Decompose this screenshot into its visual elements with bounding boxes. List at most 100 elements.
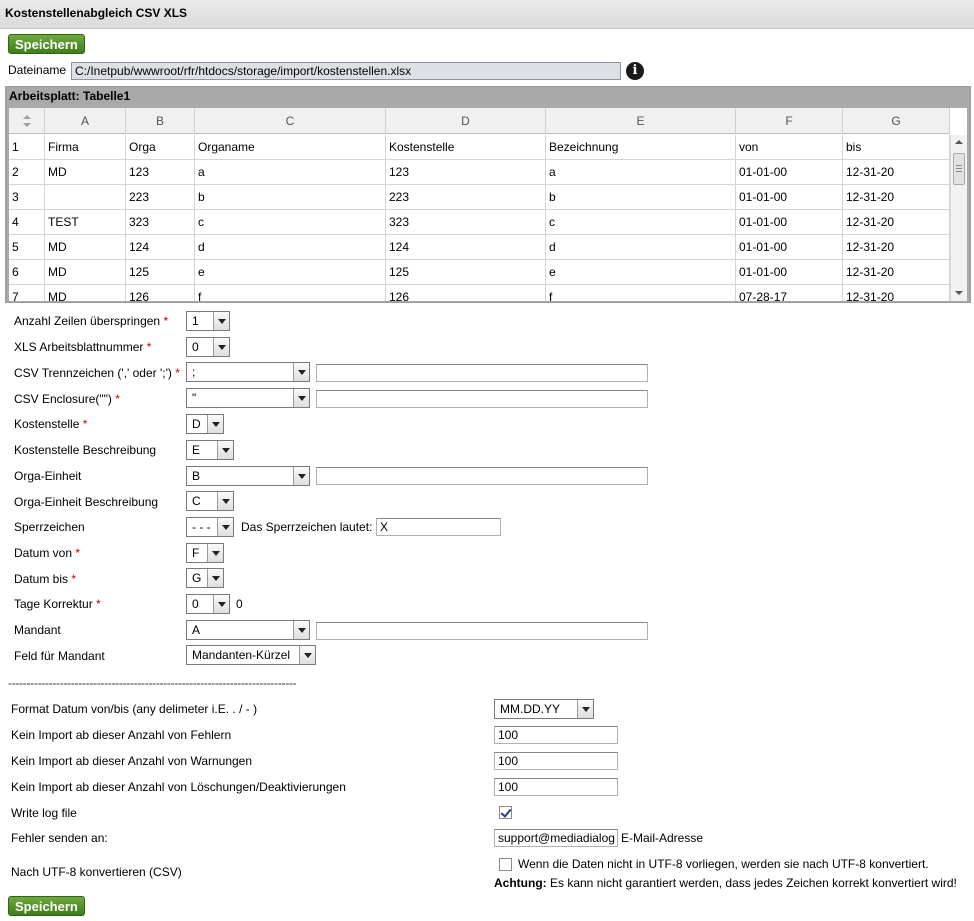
worksheet-grid[interactable]: A B C D E F G 1 Firma Orga Organame Kostenstelle Bez… [9,108,967,301]
orga-desc-label: Orga-Einheit Beschreibung [14,495,159,509]
csv-separator-input[interactable] [316,364,648,382]
table-cell: 12-31-20 [843,185,950,210]
column-header[interactable]: F [736,108,843,134]
table-cell: Bezeichnung [546,135,736,160]
table-cell: 12-31-20 [843,160,950,185]
table-cell: e [195,260,386,285]
table-cell [45,185,126,210]
table-cell: Kostenstelle [386,135,546,160]
table-cell: 125 [386,260,546,285]
section-divider: ----------------------------------------… [8,676,297,690]
table-cell: f [546,285,736,301]
row-number-cell: 4 [9,210,45,235]
csv-enclosure-label: CSV Enclosure("") * [14,392,120,406]
orga-input[interactable] [316,467,648,485]
row-number-cell: 3 [9,185,45,210]
page-title: Kostenstellenabgleich CSV XLS [0,0,974,29]
chevron-down-icon [299,646,315,664]
worksheet-title: Arbeitsplatt: Tabelle1 [9,89,131,103]
email-hint: E-Mail-Adresse [621,831,704,845]
column-header[interactable]: D [386,108,546,134]
table-cell: 123 [126,160,195,185]
csv-enclosure-input[interactable] [316,390,648,408]
kostenstelle-select[interactable]: D [186,414,224,434]
info-icon[interactable]: i [626,62,644,80]
kostenstelle-desc-select[interactable]: E [186,440,234,460]
chevron-down-icon [213,595,229,613]
sort-icon[interactable] [9,108,45,134]
lock-char-label: Sperrzeichen [14,520,85,534]
lock-char-text: Das Sperrzeichen lautet: [241,520,373,534]
chevron-down-icon [293,363,309,381]
table-cell: c [195,210,386,235]
utf8-checkbox[interactable] [499,858,512,871]
row-number-cell: 1 [9,135,45,160]
column-header[interactable]: E [546,108,736,134]
orga-select[interactable]: B [186,466,310,486]
date-format-select[interactable]: MM.DD.YY [494,699,594,719]
table-cell: 223 [126,185,195,210]
scroll-thumb[interactable] [953,153,965,185]
chevron-down-icon [207,415,223,433]
scroll-down-icon[interactable] [955,291,963,295]
column-header[interactable]: C [195,108,386,134]
mandant-field-select[interactable]: Mandanten-Kürzel [186,645,316,665]
chevron-down-icon [207,569,223,587]
max-deletes-input[interactable]: 100 [494,778,618,796]
send-errors-email-input[interactable]: support@mediadialog [494,829,618,847]
date-to-select[interactable]: G [186,568,224,588]
table-cell: 01-01-00 [736,185,843,210]
table-cell: 223 [386,185,546,210]
max-errors-label: Kein Import ab dieser Anzahl von Fehlern [11,728,232,742]
utf8-label: Nach UTF-8 konvertieren (CSV) [11,865,182,879]
table-cell: d [195,235,386,260]
orga-label: Orga-Einheit [14,469,82,483]
worksheet-panel: Arbeitsplatt: Tabelle1 A B C D E F G 1 Firma Orga… [5,86,971,303]
table-cell: 07-28-17 [736,285,843,301]
max-deletes-label: Kein Import ab dieser Anzahl von Löschun… [11,780,346,794]
table-cell: MD [45,285,126,301]
skip-rows-select[interactable]: 1 [186,311,230,331]
table-cell: b [195,185,386,210]
orga-desc-select[interactable]: C [186,491,234,511]
mandant-select[interactable]: A [186,620,310,640]
csv-separator-select[interactable]: ; [186,362,310,382]
xls-sheet-label: XLS Arbeitsblattnummer * [14,340,152,354]
table-cell: a [546,160,736,185]
utf8-description: Wenn die Daten nicht in UTF-8 vorliegen,… [518,857,929,871]
lock-char-select[interactable]: - - - [186,517,234,537]
table-cell: 323 [126,210,195,235]
table-cell: Orga [126,135,195,160]
table-cell: e [546,260,736,285]
table-cell: 12-31-20 [843,260,950,285]
vertical-scrollbar[interactable] [950,135,967,301]
csv-enclosure-select[interactable]: " [186,388,310,408]
save-button-bottom[interactable]: Speichern [8,896,85,916]
table-cell: TEST [45,210,126,235]
max-warnings-label: Kein Import ab dieser Anzahl von Warnung… [11,754,253,768]
column-header[interactable]: G [843,108,950,134]
max-warnings-input[interactable]: 100 [494,752,618,770]
scroll-up-icon[interactable] [955,140,963,144]
xls-sheet-select[interactable]: 0 [186,337,230,357]
save-button-top[interactable]: Speichern [8,34,85,54]
days-correction-value: 0 [236,597,243,611]
chevron-down-icon [577,700,593,718]
max-errors-input[interactable]: 100 [494,726,618,744]
table-cell: 323 [386,210,546,235]
table-cell: 01-01-00 [736,210,843,235]
table-cell: f [195,285,386,301]
table-cell: 01-01-00 [736,160,843,185]
mandant-input[interactable] [316,622,648,640]
table-cell: 125 [126,260,195,285]
write-log-checkbox[interactable] [499,806,512,819]
date-from-select[interactable]: F [186,543,224,563]
table-cell: a [195,160,386,185]
chevron-down-icon [213,312,229,330]
lock-char-input[interactable]: X [376,518,501,536]
table-cell: 01-01-00 [736,260,843,285]
column-header[interactable]: B [126,108,195,134]
column-header[interactable]: A [45,108,126,134]
table-cell: c [546,210,736,235]
days-correction-select[interactable]: 0 [186,594,230,614]
